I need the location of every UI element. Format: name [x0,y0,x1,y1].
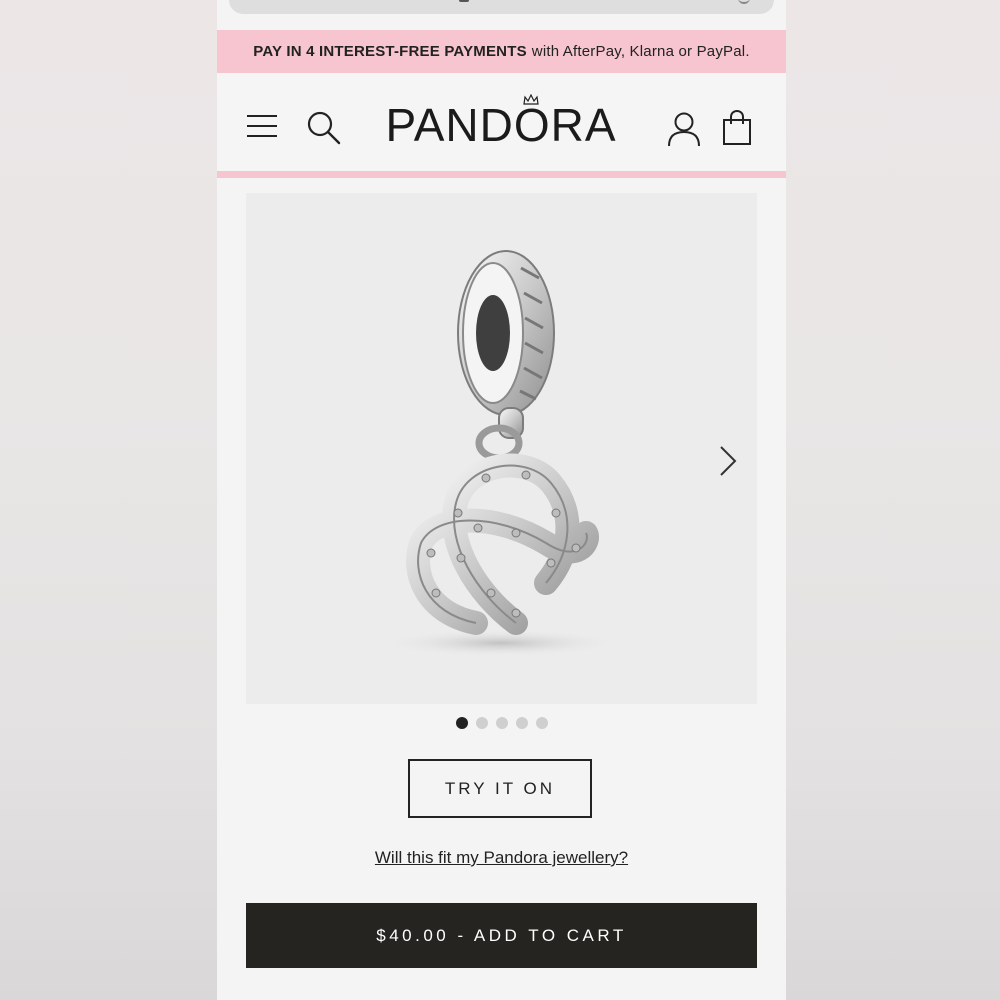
gallery-dot[interactable] [515,717,528,729]
product-image[interactable] [246,193,757,704]
promo-banner: PAY IN 4 INTEREST-FREE PAYMENTS with Aft… [217,30,786,73]
gallery-dot[interactable] [495,717,508,729]
try-it-on-button[interactable]: TRY IT ON [408,759,592,818]
shopping-bag-icon[interactable] [722,110,752,146]
account-icon[interactable] [667,111,701,147]
phone-screen: PAY IN 4 INTEREST-FREE PAYMENTS with Aft… [217,0,786,1000]
gallery-dot[interactable] [535,717,548,729]
gallery-dot[interactable] [475,717,488,729]
pandora-logo[interactable]: PANDORA [382,97,620,153]
add-to-cart-button[interactable]: $40.00 - ADD TO CART [246,903,757,968]
background-left [0,0,217,1000]
browser-address-bar[interactable] [229,0,774,14]
promo-bold-text: PAY IN 4 INTEREST-FREE PAYMENTS [253,43,527,60]
gallery-pagination [217,717,786,729]
menu-icon[interactable] [247,115,277,137]
site-header: PANDORA [217,73,786,171]
gallery-dot[interactable] [455,717,468,729]
search-icon[interactable] [307,111,341,145]
next-image-arrow-icon[interactable] [716,443,740,479]
promo-rest-text: with AfterPay, Klarna or PayPal. [531,43,750,60]
pretzel-charm-icon [381,250,621,657]
header-divider [217,171,786,178]
url-text-fragment [459,0,469,2]
fit-compatibility-link[interactable]: Will this fit my Pandora jewellery? [217,848,786,868]
reload-icon[interactable] [738,0,750,4]
crown-icon [523,94,539,105]
background-right [786,0,1000,1000]
